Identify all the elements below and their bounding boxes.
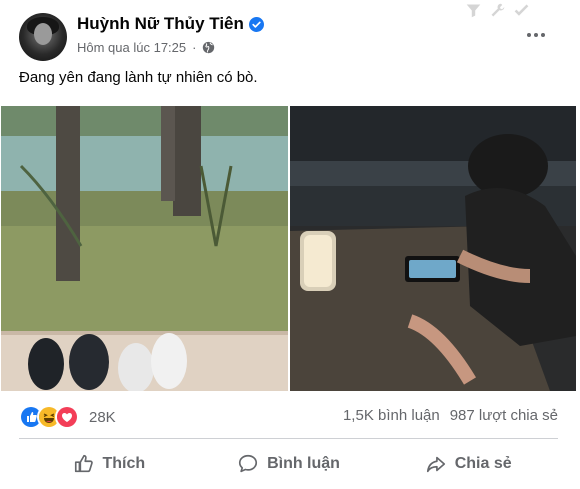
reactions-summary[interactable]: 28K	[19, 405, 116, 429]
post-photo-outdoor[interactable]	[1, 106, 288, 391]
author-row: Huỳnh Nữ Thủy Tiên	[77, 14, 264, 34]
share-label: Chia sẻ	[454, 455, 512, 472]
wrench-icon[interactable]	[489, 2, 506, 19]
post-actions: Thích Bình luận Chia sẻ	[19, 444, 558, 484]
share-count[interactable]: 987 lượt chia sẻ	[450, 407, 558, 424]
comment-button[interactable]: Bình luận	[199, 444, 379, 484]
verified-badge-icon	[248, 16, 264, 32]
thumbs-up-icon	[74, 454, 93, 473]
reaction-count[interactable]: 28K	[89, 409, 116, 426]
post-timestamp[interactable]: Hôm qua lúc 17:25	[77, 40, 186, 55]
separator-dot: ·	[192, 40, 197, 55]
toolbar-icons	[465, 2, 530, 19]
share-icon	[426, 456, 445, 473]
more-options-button[interactable]	[523, 25, 549, 45]
love-reaction-icon	[55, 405, 79, 429]
post-text: Đang yên đang lành tự nhiên có bò.	[19, 69, 258, 86]
filter-icon[interactable]	[465, 2, 482, 19]
divider	[19, 438, 558, 439]
post-photo-indoor[interactable]	[290, 106, 576, 391]
post-card: Huỳnh Nữ Thủy Tiên Hôm qua lúc 17:25 · Đ…	[0, 0, 580, 489]
avatar[interactable]	[19, 13, 67, 61]
author-name[interactable]: Huỳnh Nữ Thủy Tiên	[77, 14, 244, 34]
comment-icon	[238, 454, 258, 473]
comment-label: Bình luận	[267, 455, 340, 472]
check-icon[interactable]	[513, 2, 530, 19]
like-button[interactable]: Thích	[19, 444, 199, 484]
comment-count[interactable]: 1,5K bình luận	[343, 407, 440, 424]
globe-icon[interactable]	[202, 41, 215, 54]
post-meta: Hôm qua lúc 17:25 ·	[77, 40, 215, 55]
engagement-stats: 1,5K bình luận 987 lượt chia sẻ	[343, 407, 558, 424]
like-label: Thích	[102, 455, 146, 472]
share-button[interactable]: Chia sẻ	[378, 444, 558, 484]
